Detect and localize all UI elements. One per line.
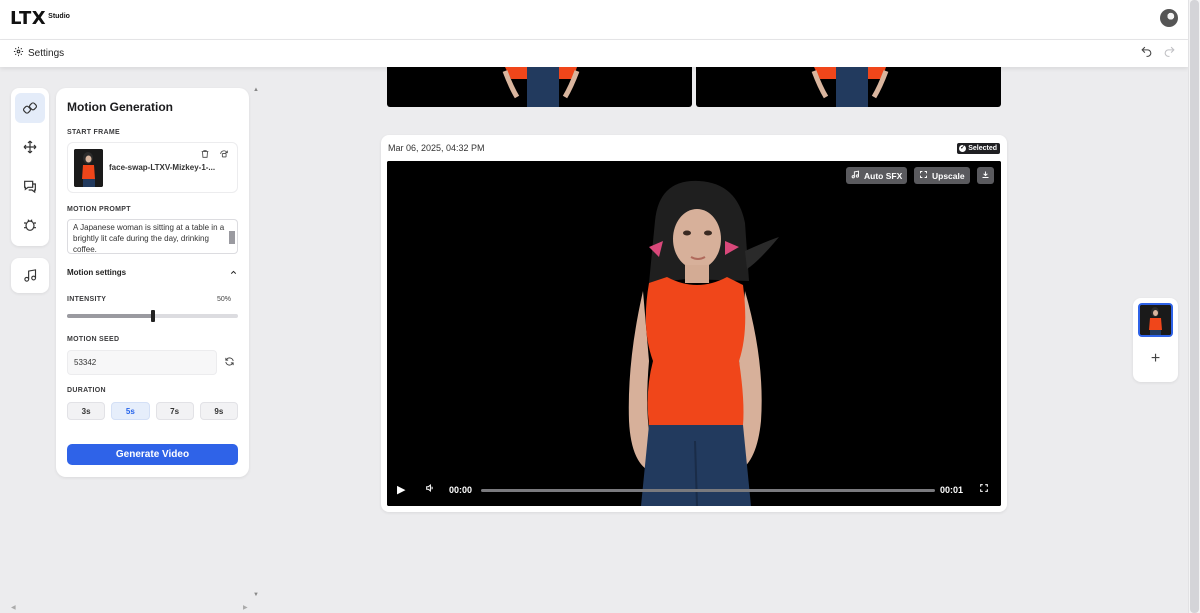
top-bar: LTX Studio — [0, 0, 1188, 40]
duration-9s[interactable]: 9s — [199, 402, 238, 420]
motion-seed-label: MOTION SEED — [67, 336, 120, 343]
panel-title: Motion Generation — [67, 100, 173, 114]
sub-bar: Settings — [0, 40, 1188, 67]
video-frame-image — [387, 161, 1001, 506]
start-frame-card[interactable]: face-swap-LTXV-Mizkey-1-... — [67, 142, 238, 193]
current-time: 00:00 — [449, 485, 473, 495]
motion-settings-toggle[interactable]: Motion settings — [67, 268, 238, 279]
motion-seed-input[interactable]: 53342 — [67, 350, 217, 375]
motion-prompt-textarea[interactable]: A Japanese woman is sitting at a table i… — [67, 219, 238, 254]
scroll-right-icon[interactable]: ▶ — [243, 604, 248, 611]
music-tool — [11, 258, 49, 293]
motion-prompt-label: MOTION PROMPT — [67, 206, 131, 213]
generate-video-button[interactable]: Generate Video — [67, 444, 238, 465]
video-progress-bar[interactable] — [481, 489, 935, 492]
video-player[interactable]: Auto SFX Upscale ▶ 00:00 00:01 — [387, 161, 1001, 506]
scroll-left-icon[interactable]: ◀ — [11, 604, 16, 611]
shot-strip: + — [1133, 298, 1178, 382]
replace-image-icon[interactable] — [219, 149, 229, 162]
intensity-slider-handle[interactable] — [150, 310, 155, 322]
panel-scroll-up-icon[interactable]: ▲ — [253, 87, 259, 93]
bug-icon[interactable] — [15, 210, 45, 240]
redo-icon[interactable] — [1161, 45, 1177, 61]
check-icon: ✓ — [959, 145, 967, 152]
chevron-up-icon — [229, 268, 238, 279]
expand-icon — [919, 170, 928, 181]
duration-options: 3s 5s 7s 9s — [67, 402, 238, 420]
ltx-studio-logo[interactable]: LTX Studio — [10, 9, 70, 29]
auto-sfx-label: Auto SFX — [864, 170, 903, 181]
selected-label: Selected — [968, 145, 997, 152]
move-icon[interactable] — [15, 132, 45, 162]
selected-badge: ✓ Selected — [957, 143, 1000, 154]
download-icon — [981, 170, 990, 181]
scrollbar-thumb[interactable] — [1190, 0, 1199, 613]
music-note-icon — [851, 170, 860, 181]
volume-icon[interactable] — [425, 483, 435, 496]
intensity-value: 50% — [216, 296, 231, 303]
settings-button[interactable]: Settings — [13, 46, 64, 60]
motion-prompt-text: A Japanese woman is sitting at a table i… — [73, 223, 225, 254]
video-controls: ▶ 00:00 00:01 — [387, 480, 1001, 500]
upscale-button[interactable]: Upscale — [914, 167, 970, 184]
logo-main: LTX — [10, 8, 47, 29]
panel-scroll-down-icon[interactable]: ▼ — [253, 592, 259, 598]
start-frame-thumbnail — [74, 149, 103, 187]
duration-3s[interactable]: 3s — [67, 402, 106, 420]
intensity-slider[interactable] — [67, 310, 238, 322]
video-date: Mar 06, 2025, 04:32 PM — [388, 143, 485, 153]
end-time: 00:01 — [940, 485, 964, 495]
auto-sfx-button[interactable]: Auto SFX — [846, 167, 908, 184]
upscale-label: Upscale — [932, 170, 965, 181]
duration-7s[interactable]: 7s — [155, 402, 194, 420]
previous-video-frame-1[interactable] — [387, 67, 692, 107]
duration-label: DURATION — [67, 387, 106, 394]
settings-label: Settings — [28, 47, 65, 59]
motion-settings-label: Motion settings — [67, 268, 127, 277]
gear-icon — [13, 46, 24, 60]
prompt-scroll-thumb[interactable] — [229, 231, 235, 244]
chat-icon[interactable] — [15, 171, 45, 201]
play-icon[interactable]: ▶ — [397, 483, 405, 496]
duration-5s[interactable]: 5s — [111, 402, 150, 420]
tool-rail — [11, 88, 49, 246]
motion-generation-panel: Motion Generation START FRAME face-swap-… — [56, 88, 249, 477]
fullscreen-icon[interactable] — [979, 483, 989, 496]
shot-thumbnail[interactable] — [1138, 303, 1173, 337]
link-icon[interactable] — [15, 93, 45, 123]
start-frame-label: START FRAME — [67, 129, 120, 136]
prompt-scrollbar[interactable] — [229, 223, 235, 252]
refresh-seed-icon[interactable] — [224, 356, 235, 370]
avatar[interactable] — [1160, 9, 1178, 27]
trash-icon[interactable] — [200, 149, 210, 162]
video-card: Mar 06, 2025, 04:32 PM ✓ Selected Auto S… — [381, 135, 1007, 512]
previous-video-frame-2[interactable] — [696, 67, 1001, 107]
download-button[interactable] — [977, 167, 994, 184]
frame-actions — [200, 149, 229, 162]
add-shot-icon[interactable]: + — [1133, 350, 1178, 368]
music-icon[interactable] — [15, 260, 45, 290]
intensity-slider-fill — [67, 314, 153, 318]
start-frame-name: face-swap-LTXV-Mizkey-1-... — [109, 163, 216, 172]
page-scrollbar[interactable] — [1188, 0, 1200, 613]
undo-icon[interactable] — [1138, 45, 1154, 61]
intensity-label: INTENSITY — [67, 296, 107, 303]
logo-sub: Studio — [48, 13, 70, 20]
